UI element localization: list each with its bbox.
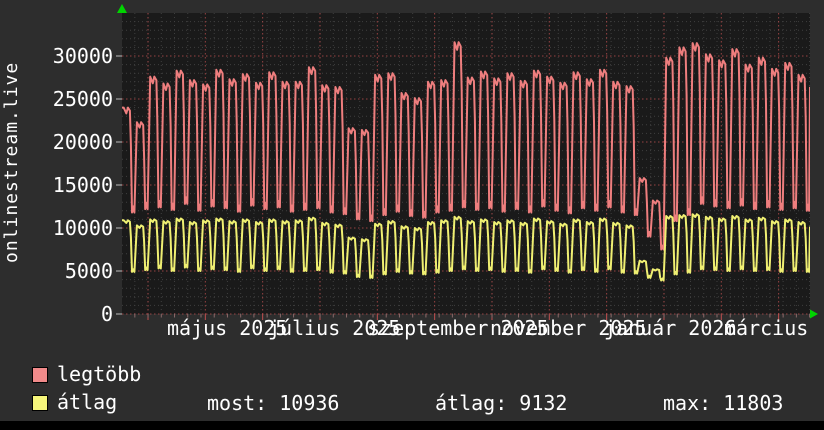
atlag-color-swatch xyxy=(32,395,48,411)
stat-tlag: átlag: 9132 xyxy=(435,391,568,415)
x-tick-label: január 2026 xyxy=(604,316,737,340)
y-tick-label: 25000 xyxy=(52,87,113,111)
y-tick-label: 15000 xyxy=(52,173,113,197)
y-tick-label: 0 xyxy=(100,302,113,326)
y-tick-label: 30000 xyxy=(52,44,113,68)
legtobb-color-swatch xyxy=(32,367,48,383)
legend-label: legtöbb xyxy=(57,362,142,386)
y-axis-arrow-icon xyxy=(117,4,127,13)
stat-most: most: 10936 xyxy=(207,391,340,415)
x-tick-label: március xyxy=(724,316,809,340)
y-tick-label: 5000 xyxy=(64,259,113,283)
footer-bar xyxy=(0,421,824,430)
stat-max: max: 11803 xyxy=(663,391,784,415)
x-axis-arrow-icon xyxy=(810,309,818,319)
graph-screen: onlinestream.live 30000 25000 20000 15000 10… xyxy=(0,0,824,430)
legend-label: átlag xyxy=(57,390,118,414)
y-tick-label: 10000 xyxy=(52,216,113,240)
y-tick-label: 20000 xyxy=(52,130,113,154)
